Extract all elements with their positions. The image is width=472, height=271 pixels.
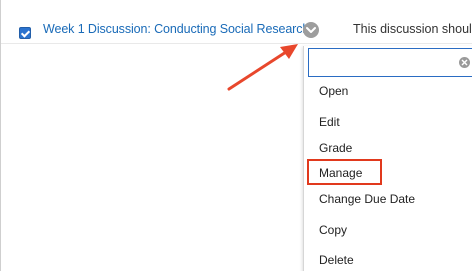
content-panel: Week 1 Discussion: Conducting Social Res… xyxy=(0,0,472,271)
annotation-arrow xyxy=(227,44,298,91)
